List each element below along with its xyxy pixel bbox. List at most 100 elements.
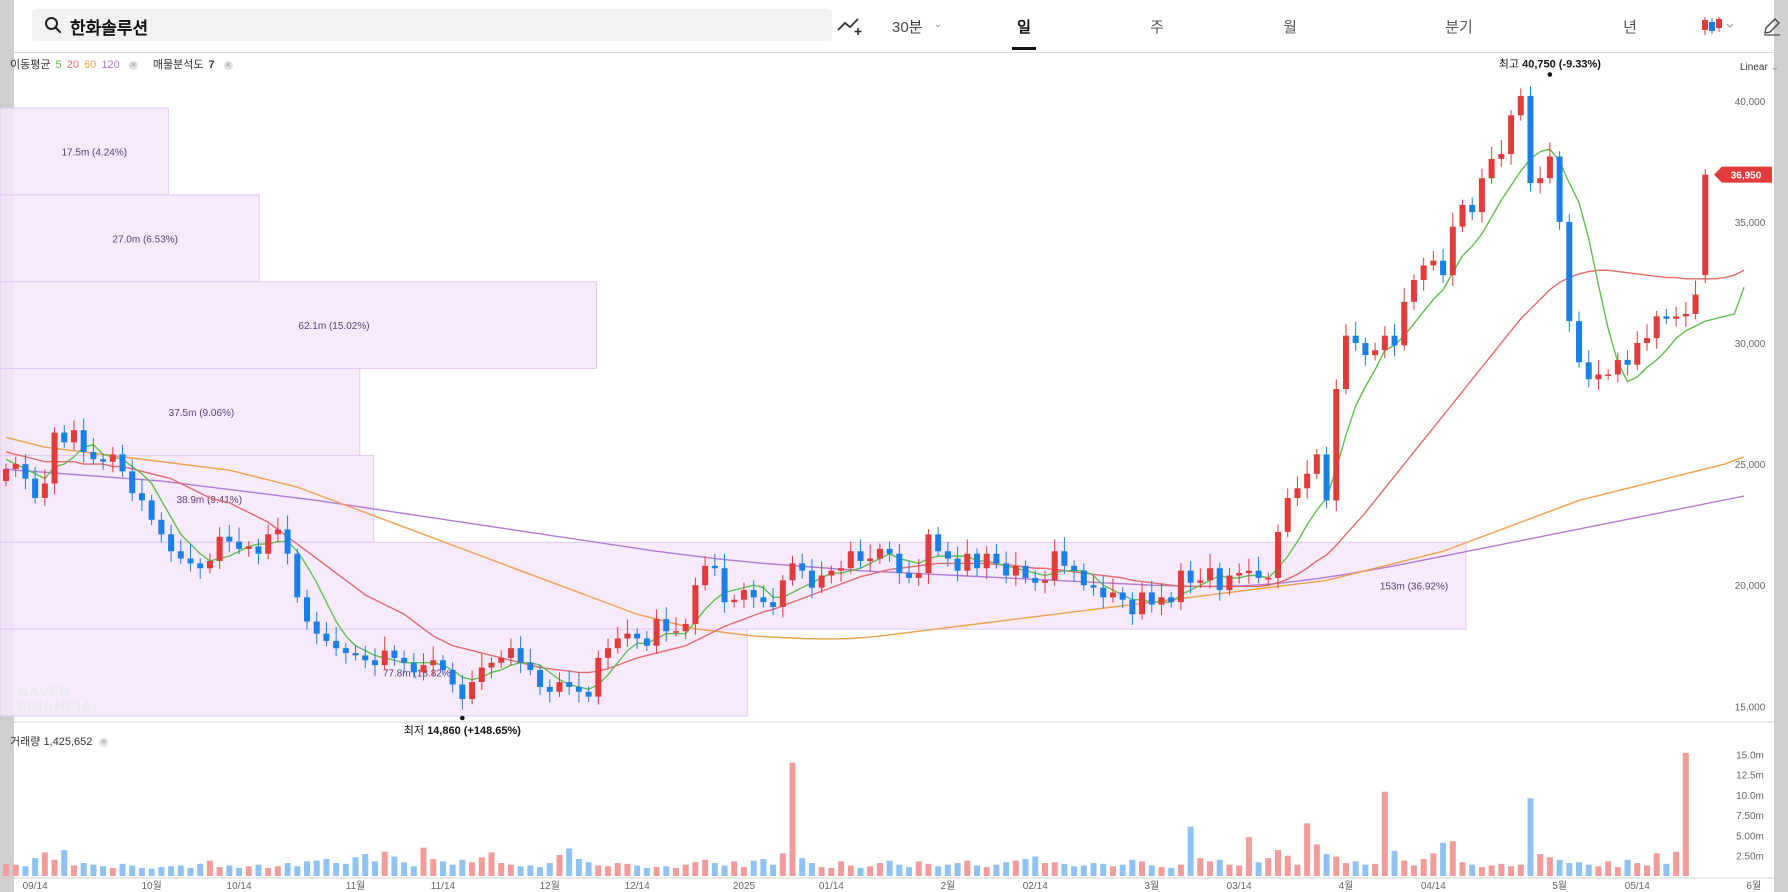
volume-bar bbox=[1216, 859, 1223, 876]
volume-bar bbox=[410, 866, 417, 876]
volume-bar bbox=[1449, 841, 1456, 876]
volume-legend-label[interactable]: 거래량 bbox=[10, 736, 40, 748]
volume-bar bbox=[1177, 864, 1184, 876]
search-box[interactable]: 한화솔루션 bbox=[32, 9, 832, 41]
chevron-down-icon[interactable]: ⌄ bbox=[934, 19, 942, 30]
volume-bar bbox=[1595, 866, 1602, 876]
active-tab-indicator bbox=[1012, 47, 1036, 50]
volume-bar bbox=[41, 852, 48, 876]
volume-bar bbox=[847, 865, 854, 876]
volume-bar bbox=[1372, 863, 1379, 876]
volume-bar bbox=[1342, 863, 1349, 876]
candle bbox=[129, 471, 136, 494]
volume-bar bbox=[643, 867, 650, 876]
close-icon[interactable]: ✕ bbox=[128, 60, 138, 70]
ma-legend-label[interactable]: 이동평균 bbox=[10, 59, 50, 71]
candle bbox=[1692, 294, 1699, 314]
volume-bar bbox=[333, 863, 340, 876]
candle bbox=[12, 464, 19, 469]
volume-bar bbox=[342, 863, 349, 876]
candle bbox=[1663, 316, 1670, 319]
candle bbox=[1527, 95, 1534, 184]
candle bbox=[585, 691, 592, 697]
candle bbox=[507, 648, 514, 658]
volume-bar bbox=[964, 860, 971, 876]
candle bbox=[770, 602, 777, 607]
tab-day[interactable]: 일 bbox=[994, 16, 1054, 37]
volume-bar bbox=[362, 854, 369, 876]
volume-bar bbox=[168, 866, 175, 876]
vp-legend-label[interactable]: 매물분석도 bbox=[153, 59, 204, 71]
volume-bar bbox=[1022, 858, 1029, 876]
candle bbox=[41, 483, 48, 498]
candle bbox=[51, 432, 58, 484]
last-price-tag: 36,950 bbox=[1714, 166, 1772, 183]
volume-profile-label: 27.0m (6.53%) bbox=[112, 234, 178, 245]
candle bbox=[906, 573, 913, 578]
candle bbox=[1003, 563, 1010, 576]
volume-bar bbox=[1080, 865, 1087, 876]
candle bbox=[148, 500, 155, 520]
candle bbox=[1702, 174, 1709, 276]
chart-type-icon[interactable] bbox=[1700, 16, 1738, 36]
x-tick-label: 4월 bbox=[1339, 880, 1354, 892]
volume-bar bbox=[109, 867, 116, 876]
volume-bar bbox=[32, 858, 39, 876]
y-tick-label: 25,000 bbox=[1735, 460, 1766, 471]
close-icon[interactable]: ✕ bbox=[99, 737, 109, 747]
tab-week[interactable]: 주 bbox=[1127, 16, 1187, 37]
candle bbox=[294, 553, 301, 598]
candle bbox=[721, 568, 728, 603]
chart-app: 17.5m (4.24%) 27.0m (6.53%) 62.1m (15.02%)… bbox=[0, 0, 1788, 892]
vp-legend-value[interactable]: 7 bbox=[209, 59, 215, 71]
interval-select[interactable]: 30분 bbox=[892, 16, 923, 37]
candle bbox=[61, 432, 68, 443]
volume-tick-label: 10.0m bbox=[1736, 791, 1764, 802]
volume-bar bbox=[1148, 865, 1155, 876]
candle bbox=[1488, 158, 1495, 179]
volume-bar bbox=[663, 866, 670, 876]
volume-bar bbox=[1488, 865, 1495, 876]
tab-month[interactable]: 월 bbox=[1260, 16, 1320, 37]
chevron-down-icon[interactable]: ⌄ bbox=[1771, 62, 1779, 73]
scale-mode-label[interactable]: Linear bbox=[1740, 62, 1768, 73]
volume-bar bbox=[1352, 861, 1359, 876]
stock-name[interactable]: 한화솔루션 bbox=[70, 14, 148, 39]
candle bbox=[449, 669, 456, 685]
candle bbox=[1187, 570, 1194, 583]
volume-bar bbox=[867, 866, 874, 876]
ma20-legend[interactable]: 20 bbox=[67, 59, 79, 71]
volume-bar bbox=[1294, 864, 1301, 876]
volume-bar bbox=[284, 863, 291, 876]
price-chart[interactable]: 17.5m (4.24%) 27.0m (6.53%) 62.1m (15.02%)… bbox=[0, 0, 1788, 892]
candle bbox=[692, 585, 699, 624]
high-marker bbox=[1547, 72, 1553, 77]
x-tick-label: 09/14 bbox=[23, 881, 48, 892]
ma120-legend[interactable]: 120 bbox=[101, 59, 119, 71]
volume-bar bbox=[216, 867, 223, 876]
volume-bar bbox=[304, 861, 311, 876]
search-icon[interactable] bbox=[44, 16, 62, 34]
candle bbox=[1294, 488, 1301, 498]
volume-bar bbox=[556, 854, 563, 876]
volume-bar bbox=[692, 862, 699, 876]
volume-bar bbox=[488, 852, 495, 876]
scale-mode-select[interactable]: Linear ⌄ bbox=[1740, 62, 1779, 73]
add-indicator-icon[interactable] bbox=[836, 14, 864, 36]
volume-bar bbox=[1041, 863, 1048, 876]
tab-year[interactable]: 년 bbox=[1600, 16, 1660, 37]
ma60-legend[interactable]: 60 bbox=[84, 59, 96, 71]
pencil-icon[interactable] bbox=[1762, 16, 1782, 36]
volume-legend-value: 1,425,652 bbox=[43, 736, 93, 748]
tab-quarter[interactable]: 분기 bbox=[1429, 16, 1489, 37]
volume-bar bbox=[711, 863, 718, 876]
volume-bar bbox=[1430, 853, 1437, 876]
volume-bar bbox=[1226, 864, 1233, 876]
volume-bar bbox=[974, 865, 980, 876]
candle bbox=[1207, 568, 1214, 581]
ma5-legend[interactable]: 5 bbox=[56, 59, 62, 71]
volume-bar bbox=[1517, 864, 1524, 876]
volume-profile-label: 62.1m (15.02%) bbox=[298, 321, 369, 332]
close-icon[interactable]: ✕ bbox=[223, 60, 233, 70]
candle bbox=[828, 570, 835, 576]
